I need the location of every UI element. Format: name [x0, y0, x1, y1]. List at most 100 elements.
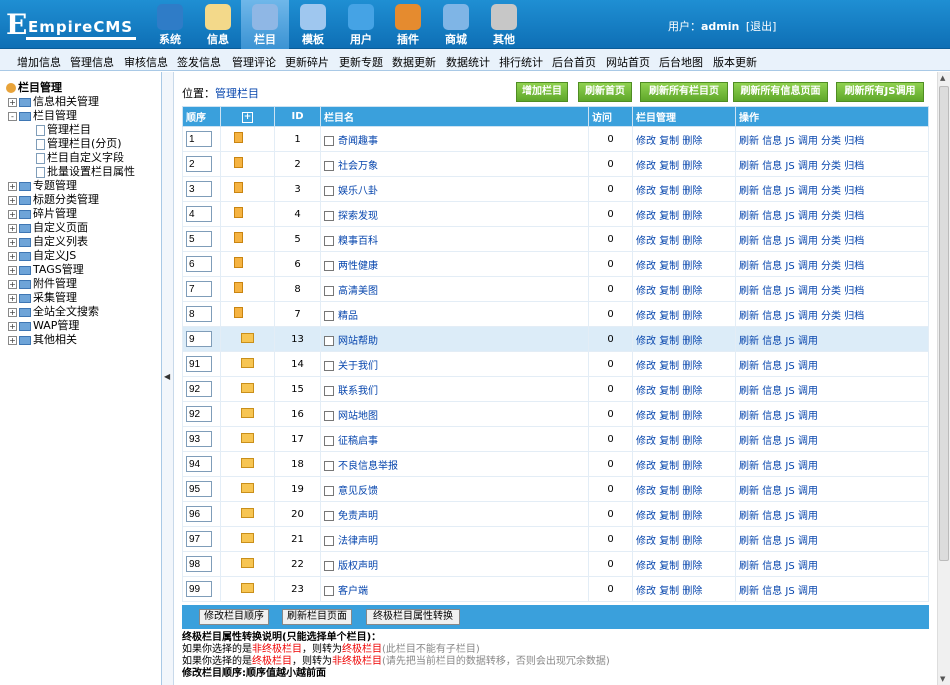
- manage-link[interactable]: 删除: [682, 361, 702, 372]
- manage-link[interactable]: 删除: [682, 511, 702, 522]
- expand-icon[interactable]: +: [8, 335, 17, 345]
- row-checkbox[interactable]: [324, 460, 334, 471]
- manage-link[interactable]: 删除: [682, 161, 702, 172]
- row-checkbox[interactable]: [324, 360, 334, 371]
- column-name-link[interactable]: 免责声明: [338, 511, 378, 522]
- logout-link[interactable]: [退出]: [746, 20, 777, 33]
- column-name-link[interactable]: 客户端: [338, 586, 368, 597]
- manage-link[interactable]: 复制: [659, 361, 679, 372]
- column-name-link[interactable]: 娱乐八卦: [338, 186, 378, 197]
- manage-link[interactable]: 复制: [659, 561, 679, 572]
- op-link[interactable]: 信息: [762, 561, 782, 572]
- manage-link[interactable]: 修改: [636, 136, 656, 147]
- op-link[interactable]: 信息: [762, 486, 782, 497]
- menu-item[interactable]: 排行统计: [499, 54, 543, 70]
- op-link[interactable]: 分类: [821, 311, 841, 322]
- expand-icon[interactable]: +: [8, 293, 17, 303]
- manage-link[interactable]: 复制: [659, 211, 679, 222]
- menu-item[interactable]: 更新碎片: [285, 54, 329, 70]
- menu-item[interactable]: 后台地图: [659, 54, 703, 70]
- expand-icon[interactable]: +: [8, 251, 17, 261]
- op-link[interactable]: 刷新: [739, 411, 759, 422]
- manage-link[interactable]: 修改: [636, 161, 656, 172]
- manage-link[interactable]: 复制: [659, 586, 679, 597]
- op-link[interactable]: JS 调用: [785, 286, 817, 297]
- op-link[interactable]: 信息: [762, 511, 782, 522]
- op-link[interactable]: 刷新: [739, 161, 759, 172]
- op-link[interactable]: 刷新: [739, 461, 759, 472]
- order-input[interactable]: [186, 456, 212, 472]
- order-input[interactable]: [186, 506, 212, 522]
- op-link[interactable]: JS 调用: [785, 161, 817, 172]
- op-link[interactable]: 信息: [762, 236, 782, 247]
- op-link[interactable]: JS 调用: [785, 386, 817, 397]
- toolbar-button[interactable]: 刷新所有JS调用: [836, 82, 924, 102]
- row-checkbox[interactable]: [324, 285, 334, 296]
- manage-link[interactable]: 删除: [682, 261, 702, 272]
- op-link[interactable]: 分类: [821, 136, 841, 147]
- manage-link[interactable]: 删除: [682, 411, 702, 422]
- op-link[interactable]: 分类: [821, 261, 841, 272]
- expand-icon[interactable]: +: [8, 237, 17, 247]
- topnav-7[interactable]: 商城: [432, 0, 480, 49]
- row-checkbox[interactable]: [324, 235, 334, 246]
- op-link[interactable]: JS 调用: [785, 311, 817, 322]
- manage-link[interactable]: 删除: [682, 236, 702, 247]
- row-checkbox[interactable]: [324, 510, 334, 521]
- menu-item[interactable]: 签发信息: [177, 54, 221, 70]
- expand-all-icon[interactable]: +: [242, 111, 253, 123]
- manage-link[interactable]: 修改: [636, 286, 656, 297]
- order-input[interactable]: [186, 481, 212, 497]
- op-link[interactable]: 信息: [762, 136, 782, 147]
- column-name-link[interactable]: 网站帮助: [338, 336, 378, 347]
- manage-link[interactable]: 复制: [659, 511, 679, 522]
- manage-link[interactable]: 修改: [636, 211, 656, 222]
- row-checkbox[interactable]: [324, 485, 334, 496]
- column-name-link[interactable]: 探索发现: [338, 211, 378, 222]
- menu-item[interactable]: 审核信息: [124, 54, 168, 70]
- op-link[interactable]: JS 调用: [785, 461, 817, 472]
- column-name-link[interactable]: 征稿启事: [338, 436, 378, 447]
- expand-icon[interactable]: +: [8, 265, 17, 275]
- manage-link[interactable]: 删除: [682, 311, 702, 322]
- manage-link[interactable]: 删除: [682, 336, 702, 347]
- menu-item[interactable]: 数据更新: [392, 54, 436, 70]
- op-link[interactable]: 归档: [844, 186, 864, 197]
- topnav-8[interactable]: 其他: [480, 0, 528, 49]
- op-link[interactable]: 刷新: [739, 286, 759, 297]
- row-checkbox[interactable]: [324, 210, 334, 221]
- op-link[interactable]: 刷新: [739, 511, 759, 522]
- manage-link[interactable]: 修改: [636, 486, 656, 497]
- op-link[interactable]: 归档: [844, 236, 864, 247]
- op-link[interactable]: 信息: [762, 336, 782, 347]
- op-link[interactable]: 信息: [762, 586, 782, 597]
- order-input[interactable]: [186, 356, 212, 372]
- toolbar-button[interactable]: 增加栏目: [516, 82, 568, 102]
- op-link[interactable]: 信息: [762, 361, 782, 372]
- manage-link[interactable]: 复制: [659, 386, 679, 397]
- op-link[interactable]: 信息: [762, 161, 782, 172]
- expand-icon[interactable]: +: [8, 181, 17, 191]
- op-link[interactable]: 信息: [762, 311, 782, 322]
- toolbar-button[interactable]: 刷新所有栏目页: [640, 82, 728, 102]
- row-checkbox[interactable]: [324, 335, 334, 346]
- manage-link[interactable]: 修改: [636, 336, 656, 347]
- row-checkbox[interactable]: [324, 310, 334, 321]
- manage-link[interactable]: 修改: [636, 561, 656, 572]
- manage-link[interactable]: 复制: [659, 286, 679, 297]
- topnav-5[interactable]: 用户: [337, 0, 385, 49]
- op-link[interactable]: 归档: [844, 311, 864, 322]
- manage-link[interactable]: 复制: [659, 136, 679, 147]
- op-link[interactable]: 刷新: [739, 236, 759, 247]
- manage-link[interactable]: 删除: [682, 211, 702, 222]
- menu-item[interactable]: 增加信息: [17, 54, 61, 70]
- op-link[interactable]: JS 调用: [785, 411, 817, 422]
- manage-link[interactable]: 删除: [682, 461, 702, 472]
- row-checkbox[interactable]: [324, 260, 334, 271]
- column-name-link[interactable]: 网站地图: [338, 411, 378, 422]
- manage-link[interactable]: 修改: [636, 186, 656, 197]
- row-checkbox[interactable]: [324, 435, 334, 446]
- row-checkbox[interactable]: [324, 585, 334, 596]
- manage-link[interactable]: 复制: [659, 461, 679, 472]
- row-checkbox[interactable]: [324, 560, 334, 571]
